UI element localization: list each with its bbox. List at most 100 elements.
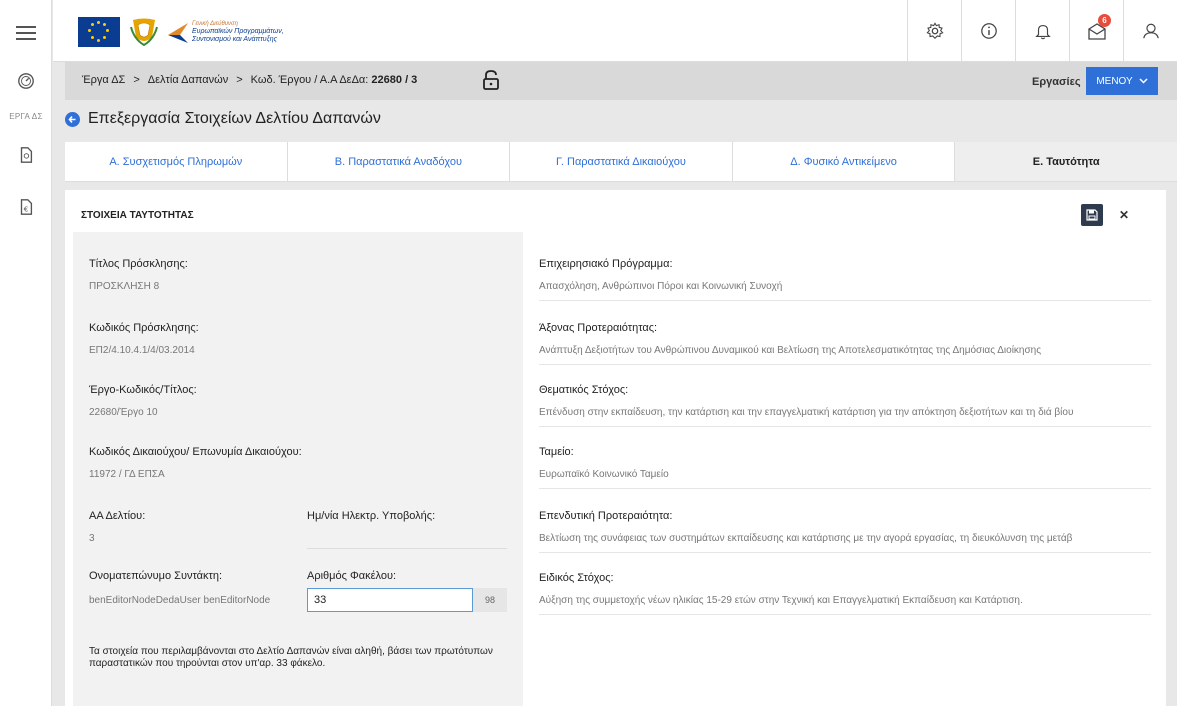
card-title: ΣΤΟΙΧΕΙΑ ΤΑΥΤΟΤΗΤΑΣ	[81, 210, 194, 221]
project-value: 22680/Έργο 10	[89, 407, 158, 418]
hamburger-menu-icon[interactable]	[16, 26, 36, 40]
menu-button[interactable]: ΜΕΝΟΥ	[1086, 67, 1158, 95]
breadcrumb-deltia[interactable]: Δελτία Δαπανών	[148, 74, 228, 86]
project-field: Έργο-Κωδικός/Τίτλος: 22680/Έργο 10	[89, 384, 197, 418]
settings-button[interactable]	[907, 0, 961, 62]
specific-objective-value: Αύξηση της συμμετοχής νέων ηλικίας 15-29…	[539, 595, 1151, 615]
arrow-left-icon	[68, 115, 76, 123]
submit-date-label: Ημ/νία Ηλεκτρ. Υποβολής:	[307, 510, 436, 522]
call-code-value: ΕΠ2/4.10.4.1/4/03.2014	[89, 345, 195, 356]
tab-beneficiary-documents[interactable]: Γ. Παραστατικά Δικαιούχου	[510, 142, 733, 181]
alerts-button[interactable]	[1015, 0, 1069, 62]
left-panel: Τίτλος Πρόσκλησης: ΠΡΟΣΚΛΗΣΗ 8 Κωδικός Π…	[73, 232, 523, 706]
rail-euro-document[interactable]: €	[0, 198, 52, 219]
project-label: Έργο-Κωδικός/Τίτλος:	[89, 384, 197, 396]
aa-field: ΑΑ Δελτίου: 3	[89, 510, 145, 544]
call-title-field: Τίτλος Πρόσκλησης: ΠΡΟΣΚΛΗΣΗ 8	[89, 258, 188, 292]
notification-badge: 6	[1098, 14, 1111, 27]
submit-date-underline	[307, 548, 507, 549]
eu-flag-logo	[78, 17, 120, 47]
specific-objective-field: Ειδικός Στόχος: Αύξηση της συμμετοχής νέ…	[539, 572, 1151, 615]
breadcrumb-separator: >	[236, 74, 243, 86]
priority-axis-label: Άξονας Προτεραιότητας:	[539, 322, 658, 334]
tab-payments[interactable]: Α. Συσχετισμός Πληρωμών	[65, 142, 288, 181]
tab-contractor-documents[interactable]: Β. Παραστατικά Αναδόχου	[288, 142, 511, 181]
euro-document-icon: €	[20, 199, 33, 215]
rail-dashboard[interactable]	[0, 72, 52, 93]
page-title: Επεξεργασία Στοιχείων Δελτίου Δαπανών	[88, 110, 381, 127]
beneficiary-field: Κωδικός Δικαιούχου/ Επωνυμία Δικαιούχου:…	[89, 446, 302, 480]
call-code-field: Κωδικός Πρόσκλησης: ΕΠ2/4.10.4.1/4/03.20…	[89, 322, 199, 356]
dashboard-gauge-icon	[18, 73, 34, 89]
info-button[interactable]	[961, 0, 1015, 62]
thematic-objective-label: Θεματικός Στόχος:	[539, 384, 629, 396]
close-icon: ✕	[1118, 208, 1130, 222]
operational-programme-label: Επιχειρησιακό Πρόγραμμα:	[539, 258, 673, 270]
investment-priority-field: Επενδυτική Προτεραιότητα: Βελτίωση της σ…	[539, 510, 1151, 553]
left-rail: ΕΡΓΑ ΔΣ €	[0, 0, 52, 706]
org-logo: Γενική Διεύθυνση Ευρωπαϊκών Προγραμμάτων…	[168, 20, 284, 44]
aa-value: 3	[89, 533, 95, 544]
user-button[interactable]	[1123, 0, 1177, 62]
org-arrow-logo	[168, 23, 188, 43]
submit-date-field: Ημ/νία Ηλεκτρ. Υποβολής:	[307, 510, 435, 522]
chevron-down-icon	[1139, 78, 1148, 84]
declaration-notice: Τα στοιχεία που περιλαμβάνονται στο Δελτ…	[89, 646, 493, 669]
breadcrumb-code-prefix: Κωδ. Έργου / Α.Α ΔεΔα:	[250, 74, 369, 86]
tab-identity[interactable]: Ε. Ταυτότητα	[955, 142, 1177, 181]
bell-icon	[1034, 25, 1051, 40]
breadcrumb-code-value: 22680 / 3	[371, 74, 418, 86]
unlock-icon[interactable]	[482, 69, 500, 91]
author-field: Ονοματεπώνυμο Συντάκτη: benEditorNodeDed…	[89, 570, 270, 606]
specific-objective-label: Ειδικός Στόχος:	[539, 572, 614, 584]
breadcrumb: Έργα ΔΣ > Δελτία Δαπανών > Κωδ. Έργου / Α.Α …	[82, 74, 417, 86]
top-icons: 6	[907, 0, 1177, 62]
org-line2: Ευρωπαϊκών Προγραμμάτων,	[192, 28, 284, 35]
operational-programme-field: Επιχειρησιακό Πρόγραμμα: Απασχόληση, Ανθ…	[539, 258, 1151, 301]
org-line3: Συντονισμού και Ανάπτυξης	[192, 36, 278, 43]
svg-text:€: €	[24, 205, 29, 214]
operational-programme-value: Απασχόληση, Ανθρώπινοι Πόροι και Κοινωνι…	[539, 281, 1151, 301]
rail-erga-label: ΕΡΓΑ ΔΣ	[9, 112, 43, 121]
document-icon	[20, 147, 33, 163]
identity-card: ΣΤΟΙΧΕΙΑ ΤΑΥΤΟΤΗΤΑΣ ✕ Τίτλος Πρόσκλησης:…	[65, 190, 1166, 706]
call-title-value: ΠΡΟΣΚΛΗΣΗ 8	[89, 281, 160, 292]
gear-icon	[925, 22, 944, 39]
messages-button[interactable]: 6	[1069, 0, 1123, 62]
beneficiary-value: 11972 / ΓΔ ΕΠΣΑ	[89, 469, 165, 480]
fund-label: Ταμείο:	[539, 446, 574, 458]
breadcrumb-bar: Έργα ΔΣ > Δελτία Δαπανών > Κωδ. Έργου / Α.Α …	[65, 62, 1177, 100]
thematic-objective-field: Θεματικός Στόχος: Επένδυση στην εκπαίδευ…	[539, 384, 1151, 427]
folder-label: Αριθμός Φακέλου:	[307, 570, 397, 582]
breadcrumb-erga[interactable]: Έργα ΔΣ	[82, 74, 125, 86]
thematic-objective-value: Επένδυση στην εκπαίδευση, την κατάρτιση …	[539, 407, 1151, 427]
user-icon	[1142, 23, 1159, 39]
page-title-row: Επεξεργασία Στοιχείων Δελτίου Δαπανών	[65, 110, 381, 128]
call-code-label: Κωδικός Πρόσκλησης:	[89, 322, 199, 334]
logos: Γενική Διεύθυνση Ευρωπαϊκών Προγραμμάτων…	[78, 16, 284, 48]
back-button[interactable]	[65, 111, 80, 127]
breadcrumb-separator: >	[133, 74, 140, 86]
cyprus-emblem-logo	[130, 18, 158, 47]
author-label: Ονοματεπώνυμο Συντάκτη:	[89, 570, 223, 582]
tab-physical-object[interactable]: Δ. Φυσικό Αντικείμενο	[733, 142, 956, 181]
author-value: benEditorNodeDedaUser benEditorNode	[89, 595, 271, 606]
fund-value: Ευρωπαϊκό Κοινωνικό Ταμείο	[539, 469, 1151, 489]
call-title-label: Τίτλος Πρόσκλησης:	[89, 258, 188, 270]
floppy-disk-icon	[1086, 209, 1098, 221]
menu-button-label: ΜΕΝΟΥ	[1096, 75, 1133, 87]
aa-label: ΑΑ Δελτίου:	[89, 510, 146, 522]
rail-document[interactable]	[0, 146, 52, 167]
folder-field: Αριθμός Φακέλου:	[307, 570, 396, 582]
folder-char-counter: 98	[473, 588, 507, 612]
investment-priority-value: Βελτίωση της συνάφειας των συστημάτων εκ…	[539, 533, 1151, 553]
folder-number-input[interactable]: 33	[307, 588, 473, 612]
beneficiary-label: Κωδικός Δικαιούχου/ Επωνυμία Δικαιούχου:	[89, 446, 302, 458]
tabs: Α. Συσχετισμός Πληρωμών Β. Παραστατικά Α…	[65, 142, 1177, 182]
ergasies-label: Εργασίες	[1032, 75, 1081, 88]
save-button[interactable]	[1081, 204, 1103, 226]
close-button[interactable]: ✕	[1113, 204, 1135, 226]
org-line1: Γενική Διεύθυνση	[192, 21, 238, 27]
priority-axis-field: Άξονας Προτεραιότητας: Ανάπτυξη Δεξιοτήτ…	[539, 322, 1151, 365]
rail-erga[interactable]: ΕΡΓΑ ΔΣ	[0, 112, 52, 121]
